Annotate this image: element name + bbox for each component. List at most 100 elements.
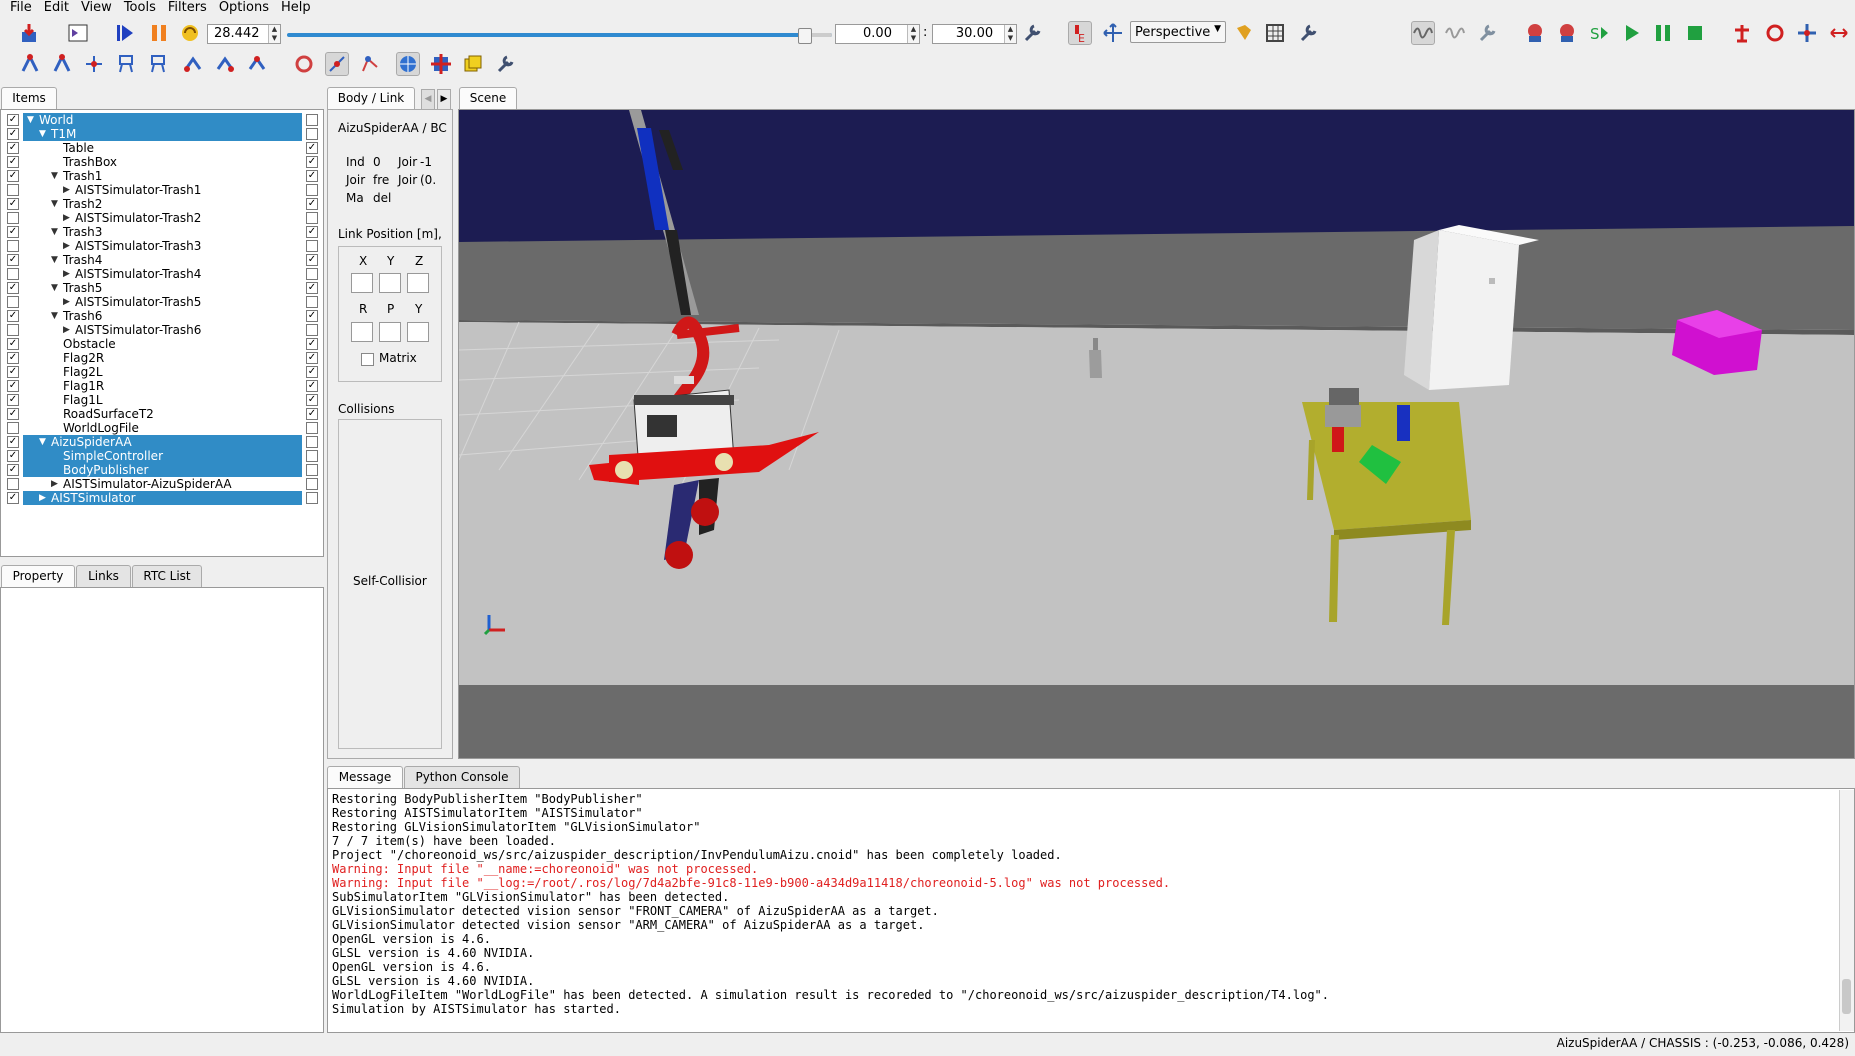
expand-down-icon[interactable]: ▼ [39,127,46,141]
tree-row[interactable]: ✓ BodyPublisher [1,463,325,477]
robot-b-icon[interactable] [1555,21,1579,45]
expand-down-icon[interactable]: ▼ [51,225,58,239]
tree-check-column-checkbox[interactable]: ✓ [306,366,318,378]
tree-row[interactable]: ✓ Obstacle ✓ [1,337,325,351]
tree-visibility-checkbox[interactable] [7,324,19,336]
tree-check-column-checkbox[interactable] [306,478,318,490]
tree-check-column-checkbox[interactable] [306,128,318,140]
pause-green-icon[interactable] [1651,21,1675,45]
expand-down-icon[interactable]: ▼ [51,253,58,267]
tab-body-link[interactable]: Body / Link [327,87,415,109]
tree-check-column-checkbox[interactable] [306,296,318,308]
menu-filters[interactable]: Filters [158,0,207,17]
tree-check-column-checkbox[interactable] [306,184,318,196]
menu-tools[interactable]: Tools [114,0,156,17]
menu-options[interactable]: Options [209,0,269,17]
tree-visibility-checkbox[interactable]: ✓ [7,436,19,448]
tree-check-column-checkbox[interactable]: ✓ [306,310,318,322]
pause-simulation-icon[interactable] [147,21,171,45]
tree-check-column-checkbox[interactable]: ✓ [306,380,318,392]
play-green-icon[interactable] [1619,21,1643,45]
time-start-input[interactable]: 0.00 ▲ ▼ [835,24,920,44]
rotate-icon[interactable] [1763,21,1787,45]
expand-right-icon[interactable]: ▶ [63,211,70,225]
expand-right-icon[interactable]: ▶ [51,477,58,491]
tree-row[interactable]: ▶ AISTSimulator-Trash1 [1,183,325,197]
tree-check-column-checkbox[interactable] [306,268,318,280]
tree-visibility-checkbox[interactable]: ✓ [7,142,19,154]
tree-check-column-checkbox[interactable]: ✓ [306,254,318,266]
wave-wrench-icon[interactable] [1475,21,1499,45]
tree-visibility-checkbox[interactable]: ✓ [7,156,19,168]
tree-visibility-checkbox[interactable]: ✓ [7,254,19,266]
time-start-spin-arrows[interactable]: ▲ ▼ [907,25,919,43]
y-spinbox[interactable] [379,273,401,293]
tree-visibility-checkbox[interactable]: ✓ [7,450,19,462]
scene-wrench-icon[interactable] [1296,21,1320,45]
tree-check-column-checkbox[interactable]: ✓ [306,338,318,350]
menu-help[interactable]: Help [271,0,311,17]
tree-check-column-checkbox[interactable]: ✓ [306,408,318,420]
pitch-spinbox[interactable] [379,322,401,342]
tree-row[interactable]: ✓ ▼ Trash3 ✓ [1,225,325,239]
tree-check-column-checkbox[interactable]: ✓ [306,198,318,210]
tree-visibility-checkbox[interactable]: ✓ [7,128,19,140]
tree-row[interactable]: WorldLogFile [1,421,325,435]
align-icon[interactable] [1827,21,1851,45]
expand-right-icon[interactable]: ▶ [39,491,46,505]
expand-down-icon[interactable]: ▼ [51,197,58,211]
tree-row[interactable]: ✓ ▼ Trash4 ✓ [1,253,325,267]
body-pose-icon-4[interactable] [114,52,138,76]
tree-row[interactable]: ✓ ▼ Trash1 ✓ [1,169,325,183]
scene-view[interactable] [458,109,1855,759]
stop-green-icon[interactable] [1683,21,1707,45]
tree-check-column-checkbox[interactable]: ✓ [306,282,318,294]
import-icon[interactable] [18,21,42,45]
tree-row[interactable]: ▶ AISTSimulator-AizuSpiderAA [1,477,325,491]
x-spinbox[interactable] [351,273,373,293]
robot-a-icon[interactable] [1523,21,1547,45]
wave-edit-icon[interactable] [1443,21,1467,45]
time-end-input[interactable]: 30.00 ▲ ▼ [932,24,1017,44]
tree-check-column-checkbox[interactable] [306,436,318,448]
tree-visibility-checkbox[interactable]: ✓ [7,338,19,350]
tab-message[interactable]: Message [327,766,403,788]
tree-row[interactable]: ✓ ▼ Trash5 ✓ [1,281,325,295]
tree-visibility-checkbox[interactable]: ✓ [7,352,19,364]
tree-row[interactable]: ✓ Table ✓ [1,141,325,155]
start-simulation-icon[interactable] [113,21,137,45]
tree-row[interactable]: ▶ AISTSimulator-Trash2 [1,211,325,225]
roll-spinbox[interactable] [351,322,373,342]
tree-row[interactable]: ✓ Flag1L ✓ [1,393,325,407]
tree-check-column-checkbox[interactable]: ✓ [306,156,318,168]
tree-visibility-checkbox[interactable]: ✓ [7,198,19,210]
tab-rtc-list[interactable]: RTC List [132,565,202,587]
tree-row[interactable]: ✓ ▶ AISTSimulator [1,491,325,505]
fix-icon[interactable] [1730,21,1754,45]
grid-icon[interactable] [1263,21,1287,45]
body-pose-icon-5[interactable] [146,52,170,76]
link-icon[interactable] [325,52,349,76]
tree-row[interactable]: ✓ ▼ Trash6 ✓ [1,309,325,323]
tree-visibility-checkbox[interactable] [7,268,19,280]
tree-visibility-checkbox[interactable]: ✓ [7,380,19,392]
ik-icon[interactable] [292,52,316,76]
tree-visibility-checkbox[interactable]: ✓ [7,282,19,294]
tree-visibility-checkbox[interactable] [7,478,19,490]
menu-edit[interactable]: Edit [34,0,69,17]
project-icon[interactable] [66,21,90,45]
body-pose-icon-1[interactable] [18,52,42,76]
tree-visibility-checkbox[interactable]: ✓ [7,366,19,378]
tree-check-column-checkbox[interactable]: ✓ [306,394,318,406]
tab-links[interactable]: Links [76,565,131,587]
edit-mode-icon[interactable]: E [1068,21,1092,45]
layers-icon[interactable] [461,52,485,76]
tree-check-column-checkbox[interactable] [306,492,318,504]
yaw-spinbox[interactable] [407,322,429,342]
tab-python-console[interactable]: Python Console [404,766,520,788]
tree-check-column-checkbox[interactable]: ✓ [306,170,318,182]
expand-right-icon[interactable]: ▶ [63,239,70,253]
tree-row[interactable]: ✓ SimpleController [1,449,325,463]
render-icon[interactable] [1232,21,1256,45]
tree-check-column-checkbox[interactable] [306,422,318,434]
